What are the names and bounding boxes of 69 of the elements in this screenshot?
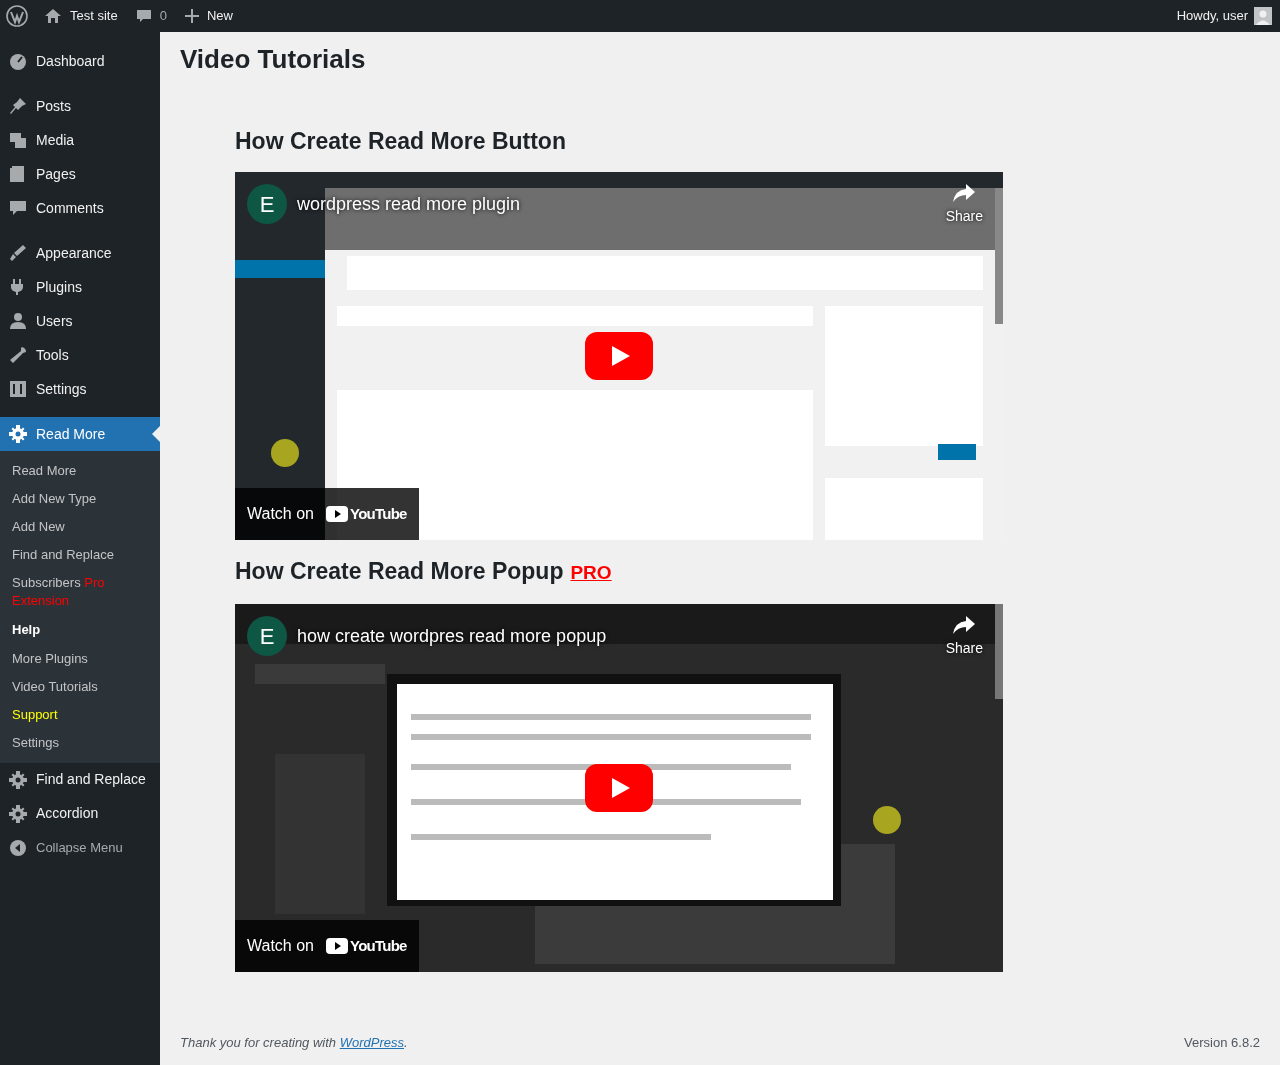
comment-icon [8,198,28,218]
video-title[interactable]: how create wordpres read more popup [297,622,607,650]
sidebar-item[interactable]: Accordion [0,796,160,831]
sidebar-item[interactable]: Users [0,304,160,338]
submenu-item[interactable]: Video Tutorials [0,672,160,701]
submenu-item[interactable]: Add New Type [0,485,160,513]
account-link[interactable]: Howdy, user [1176,6,1272,26]
youtube-play-icon [326,506,348,522]
pro-link[interactable]: PRO [570,558,612,588]
play-button-icon[interactable] [585,764,653,812]
video-player[interactable]: E wordpress read more plugin Share Watch on YouTube [235,172,1003,540]
section-heading: How Create Read More Popup [235,557,564,586]
share-button[interactable]: Share [945,616,983,659]
collapse-icon [8,837,28,858]
submenu-item[interactable]: Subscribers Pro Extension [0,569,160,615]
gear-icon [8,803,28,824]
youtube-play-icon [326,938,348,954]
wordpress-link[interactable]: WordPress [339,1034,404,1050]
sidebar-item[interactable]: Plugins [0,270,160,304]
play-button-icon[interactable] [585,332,653,380]
footer-text: Thank you for creating with WordPress. [180,1033,408,1052]
brush-icon [8,243,28,263]
wordpress-logo-icon[interactable] [6,5,28,27]
sidebar-item[interactable]: Settings [0,372,160,406]
media-icon [8,130,28,150]
home-icon [44,8,62,24]
share-button[interactable]: Share [945,184,983,227]
sidebar-item[interactable]: Dashboard [0,44,160,78]
sidebar-item[interactable]: Media [0,123,160,157]
sidebar-item[interactable]: Comments [0,191,160,225]
collapse-menu-button[interactable]: Collapse Menu [0,830,160,865]
youtube-wordmark: YouTube [350,935,407,956]
share-icon [953,184,976,202]
sidebar-item[interactable]: Pages [0,157,160,191]
submenu-item[interactable]: Read More [0,457,160,485]
submenu-item[interactable]: Add New [0,513,160,541]
gear-icon [8,424,28,444]
site-link[interactable]: Test site [44,6,118,26]
section-heading: How Create Read More Button [235,127,566,156]
current-item-pointer [152,426,160,442]
pin-icon [8,96,28,116]
submenu-item[interactable]: Support [0,700,160,729]
avatar-icon [1254,7,1272,25]
sidebar-item[interactable]: Appearance [0,236,160,270]
share-icon [953,616,976,634]
watch-on-youtube-button[interactable]: Watch on YouTube [235,488,419,540]
gauge-icon [8,51,28,71]
comments-link[interactable]: 0 [135,6,167,26]
user-icon [8,311,28,331]
page-title: Video Tutorials [180,43,367,75]
sidebar-item[interactable]: Find and Replace [0,762,160,797]
gear-icon [8,769,28,790]
comment-icon [135,8,152,24]
wrench-icon [8,345,28,365]
new-link[interactable]: New [184,6,233,26]
submenu-heading[interactable]: Help [0,615,160,645]
sliders-icon [8,379,28,399]
sidebar-item[interactable]: Tools [0,338,160,372]
watch-on-youtube-button[interactable]: Watch on YouTube [235,920,419,972]
youtube-wordmark: YouTube [350,503,407,524]
video-title[interactable]: wordpress read more plugin [297,190,521,218]
plus-icon [184,9,199,23]
sidebar-item[interactable]: Read More [0,417,160,451]
submenu-item[interactable]: More Plugins [0,644,160,673]
submenu-item[interactable]: Find and Replace [0,541,160,569]
video-player[interactable]: E how create wordpres read more popup Share Watch on YouTube [235,604,1003,972]
sidebar-item[interactable]: Posts [0,89,160,123]
version-text: Version 6.8.2 [1184,1033,1260,1052]
submenu-item[interactable]: Settings [0,728,160,757]
